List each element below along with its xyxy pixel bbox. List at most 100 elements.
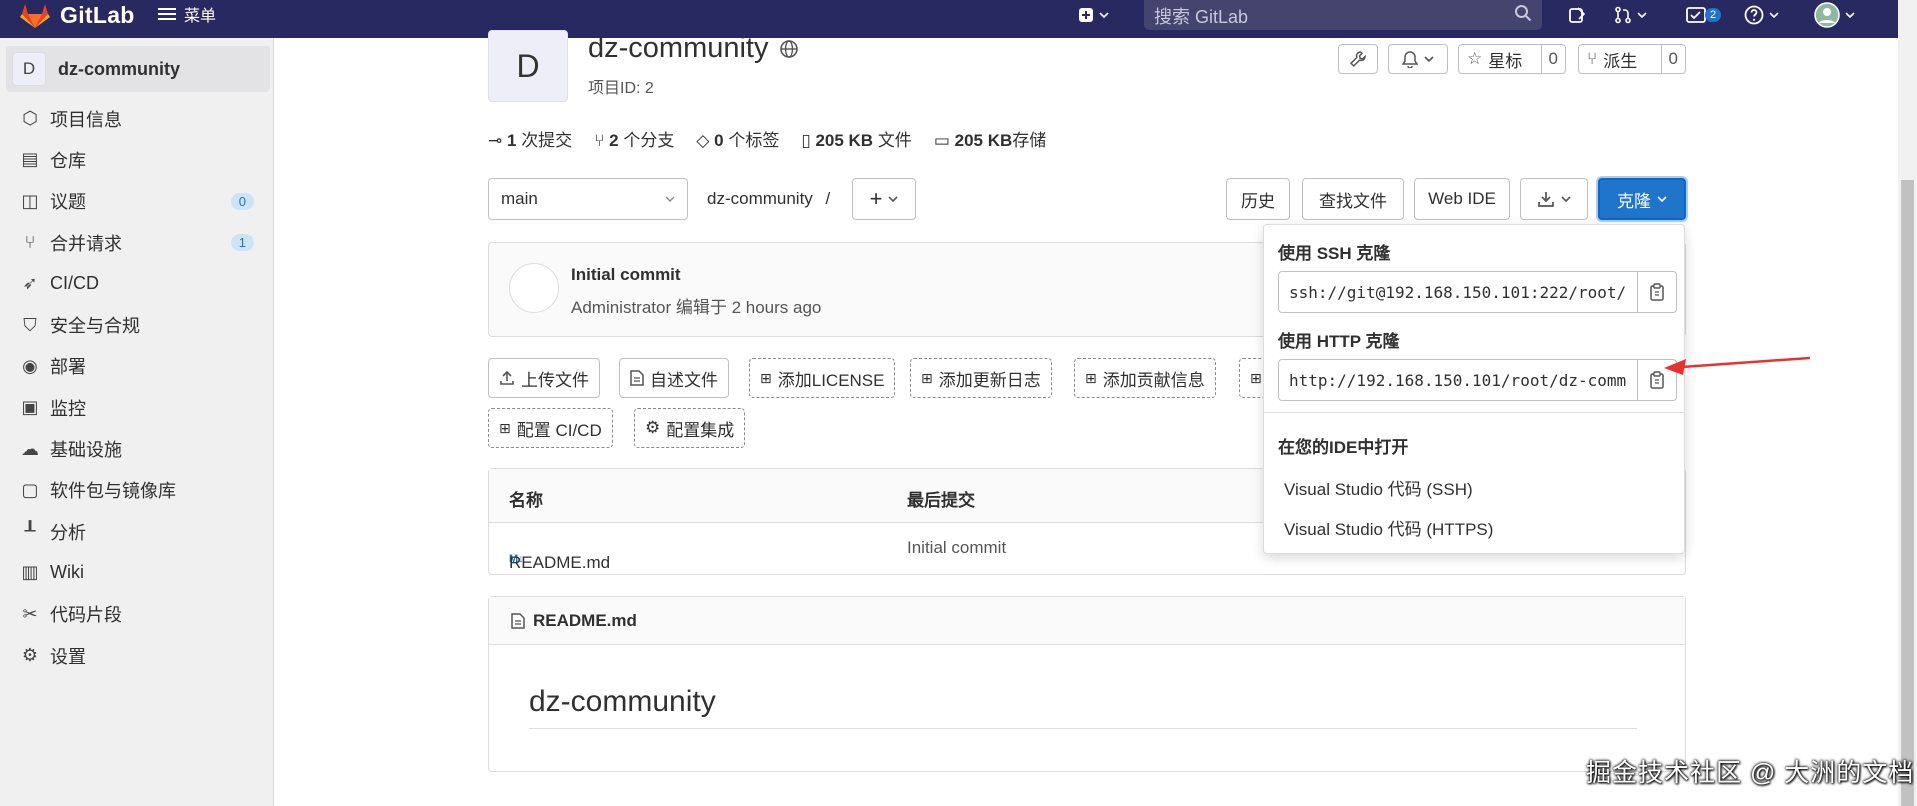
commit-icon: ⊸ xyxy=(488,131,503,150)
star-button[interactable]: ☆ 星标 0 xyxy=(1458,44,1566,74)
download-dropdown[interactable] xyxy=(1520,178,1588,220)
annotation-arrow xyxy=(1664,356,1810,375)
chevron-down-icon xyxy=(1845,12,1855,19)
readme-button[interactable]: 自述文件 xyxy=(619,358,729,398)
sidebar-item-label: 仓库 xyxy=(50,150,86,171)
http-clone-url-input[interactable] xyxy=(1278,359,1638,401)
app-name: GitLab xyxy=(60,2,135,28)
commit-author[interactable]: Administrator xyxy=(571,298,671,317)
file-last-commit[interactable]: Initial commit xyxy=(907,538,1006,558)
sidebar-item-packages[interactable]: ▢ 软件包与镜像库 xyxy=(0,470,274,511)
file-icon: ▯ xyxy=(801,131,811,150)
sidebar-item-issues[interactable]: ◫ 议题 0 xyxy=(0,181,274,222)
add-changelog-button[interactable]: ⊞ 添加更新日志 xyxy=(910,358,1052,398)
sidebar-item-settings[interactable]: ⚙ 设置 xyxy=(0,635,274,676)
todos-nav-button[interactable]: 2 xyxy=(1686,2,1722,28)
storage-stat[interactable]: ▭ 205 KB存储 xyxy=(934,126,1046,151)
issues-icon: ◫ xyxy=(21,190,39,211)
tag-icon: ◇ xyxy=(696,131,710,150)
sidebar-project-name: dz-community xyxy=(58,58,181,79)
sidebar-item-cicd[interactable]: ➶ CI/CD xyxy=(0,263,274,304)
col-last-commit-header: 最后提交 xyxy=(907,491,975,510)
chevron-down-icon xyxy=(1637,12,1647,19)
add-license-button[interactable]: ⊞ 添加LICENSE xyxy=(749,358,896,398)
sidebar-item-security[interactable]: ⛉ 安全与合规 xyxy=(0,304,274,345)
star-count: 0 xyxy=(1540,45,1565,73)
sidebar-item-monitor[interactable]: ▣ 监控 xyxy=(0,387,274,428)
fork-button[interactable]: ⑂ 派生 0 xyxy=(1578,44,1686,74)
tags-stat[interactable]: ◇ 0 个标签 xyxy=(696,126,779,151)
project-id: 项目ID: 2 xyxy=(588,80,654,97)
sidebar-item-project-info[interactable]: ⬡ 项目信息 xyxy=(0,98,274,139)
storage-icon: ▭ xyxy=(933,131,950,150)
readme-filename[interactable]: README.md xyxy=(533,611,637,631)
doc-icon xyxy=(630,370,644,386)
scrollbar-thumb[interactable] xyxy=(1901,180,1914,806)
sidebar-item-infrastructure[interactable]: ☁ 基础设施 xyxy=(0,428,274,469)
clone-dropdown-button[interactable]: 克隆 xyxy=(1598,178,1686,220)
open-vscode-ssh-item[interactable]: Visual Studio 代码 (SSH) xyxy=(1284,475,1473,500)
configure-integrations-button[interactable]: ⚙ 配置集成 xyxy=(634,408,746,448)
help-dropdown[interactable] xyxy=(1744,2,1779,28)
web-ide-button[interactable]: Web IDE xyxy=(1414,178,1510,220)
readme-heading: dz-community xyxy=(529,685,716,718)
upload-file-button[interactable]: 上传文件 xyxy=(488,358,600,398)
sidebar-item-label: 监控 xyxy=(50,398,86,419)
sidebar-item-repository[interactable]: ▤ 仓库 xyxy=(0,139,274,180)
sidebar-item-wiki[interactable]: ▥ Wiki xyxy=(0,552,274,593)
open-vscode-https-item[interactable]: Visual Studio 代码 (HTTPS) xyxy=(1284,515,1493,540)
add-to-tree-dropdown[interactable]: + xyxy=(852,178,916,220)
add-contributing-button[interactable]: ⊞ 添加贡献信息 xyxy=(1074,358,1216,398)
sidebar-item-label: 分析 xyxy=(50,522,86,543)
main-menu-button[interactable]: 菜单 xyxy=(158,2,216,26)
chevron-down-icon xyxy=(1424,56,1434,63)
commits-stat[interactable]: ⊸ 1 次提交 xyxy=(488,126,572,151)
fork-label: 派生 xyxy=(1603,51,1638,71)
chevron-down-icon xyxy=(1657,196,1667,203)
find-file-button[interactable]: 查找文件 xyxy=(1302,178,1404,220)
search-placeholder: 搜索 GitLab xyxy=(1154,7,1249,27)
history-button[interactable]: 历史 xyxy=(1226,178,1290,220)
gitlab-logo[interactable]: GitLab xyxy=(20,2,135,29)
branch-selector[interactable]: main xyxy=(488,178,688,220)
sidebar-item-analytics[interactable]: ┸ 分析 xyxy=(0,511,274,552)
todo-check-icon xyxy=(1686,7,1706,23)
merge-requests-nav-button[interactable] xyxy=(1614,2,1647,28)
ssh-clone-url-input[interactable] xyxy=(1278,271,1638,313)
sidebar-item-label: CI/CD xyxy=(50,273,99,294)
add-changelog-label: 添加更新日志 xyxy=(938,370,1041,390)
open-in-ide-label: 在您的IDE中打开 xyxy=(1278,438,1409,457)
search-input[interactable]: 搜索 GitLab xyxy=(1144,0,1542,30)
copy-ssh-url-button[interactable] xyxy=(1637,271,1677,313)
breadcrumb-project[interactable]: dz-community xyxy=(707,189,813,208)
hamburger-icon xyxy=(158,8,176,20)
star-icon: ☆ xyxy=(1467,49,1483,68)
files-stat[interactable]: ▯ 205 KB 文件 xyxy=(801,126,911,151)
user-menu-dropdown[interactable] xyxy=(1814,2,1855,28)
page-scrollbar[interactable] xyxy=(1898,0,1917,806)
branches-stat[interactable]: ⑂ 2 个分支 xyxy=(594,126,674,151)
sidebar-item-deployments[interactable]: ◉ 部署 xyxy=(0,346,274,387)
deploy-icon: ◉ xyxy=(22,355,38,376)
setup-cicd-button[interactable]: ⊞ 配置 CI/CD xyxy=(488,408,613,448)
breadcrumb-separator: / xyxy=(825,189,831,208)
chart-icon: ┸ xyxy=(24,521,36,542)
gear-icon: ⚙ xyxy=(645,418,661,437)
help-icon xyxy=(1744,5,1764,25)
commit-author-avatar[interactable] xyxy=(509,263,559,313)
plus-square-icon xyxy=(1079,8,1093,22)
sidebar-item-label: 安全与合规 xyxy=(50,316,140,337)
menu-label: 菜单 xyxy=(184,8,217,25)
notification-dropdown[interactable] xyxy=(1388,44,1448,74)
settings-wrench-button[interactable] xyxy=(1338,44,1378,74)
merge-requests-count-badge: 1 xyxy=(230,234,254,252)
chevron-down-icon xyxy=(1769,12,1779,19)
issues-nav-button[interactable] xyxy=(1568,2,1586,28)
merge-icon: ⑂ xyxy=(24,232,36,253)
commit-message[interactable]: Initial commit xyxy=(571,265,681,285)
sidebar-project-link[interactable]: D dz-community xyxy=(6,46,270,92)
new-dropdown[interactable] xyxy=(1078,2,1109,28)
setup-cicd-label: 配置 CI/CD xyxy=(516,420,602,440)
sidebar-item-snippets[interactable]: ✂ 代码片段 xyxy=(0,594,274,635)
sidebar-item-merge-requests[interactable]: ⑂ 合并请求 1 xyxy=(0,222,274,263)
